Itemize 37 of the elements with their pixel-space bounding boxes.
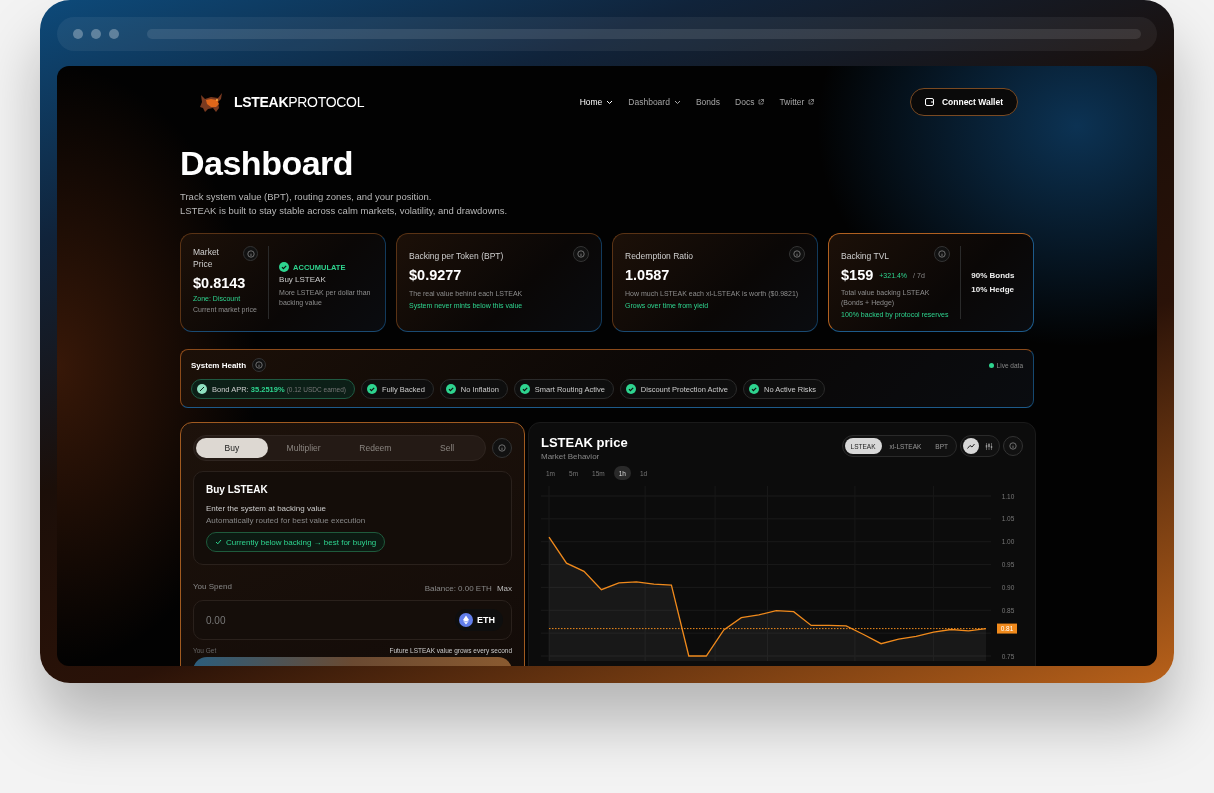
max-button[interactable]: Max <box>491 584 512 593</box>
chart-title: LSTEAK price <box>541 435 629 450</box>
page-subtitle: Track system value (BPT), routing zones, and your position. <box>180 190 433 204</box>
card-text: Enter the system at backing value <box>206 504 328 513</box>
amount-field[interactable]: 0.00 ETH <box>193 600 512 640</box>
trade-tab[interactable]: Sell <box>411 438 483 458</box>
trade-tab[interactable]: Multiplier <box>267 438 340 458</box>
panel-title: System Health <box>191 360 247 370</box>
balance-text: Balance: 0.00 ETH <box>424 584 492 593</box>
split-label: 10% Hedge <box>971 283 1015 296</box>
stat-label: Backing TVL <box>841 250 890 262</box>
stat-label: Market Price <box>193 246 220 270</box>
nav-link[interactable]: Docs <box>735 97 765 107</box>
stat-label: Backing per Token (BPT) <box>409 250 504 262</box>
trade-tab[interactable]: Buy <box>196 438 268 458</box>
stat-value: 1.0587 <box>625 267 671 283</box>
page-title: Dashboard <box>180 144 355 182</box>
card-text: Automatically routed for best value execution <box>206 516 367 525</box>
status-badge: Currently below backing → best for buying <box>206 532 386 552</box>
stat-value: $0.8143 <box>193 275 247 291</box>
page-subtitle: LSTEAK is built to stay stable across calm markets, volatility, and drawdowns. <box>180 204 509 218</box>
stat-label: Redemption Ratio <box>625 250 694 262</box>
card-title: Buy LSTEAK <box>206 484 269 495</box>
token-selector[interactable]: ETH <box>455 609 503 631</box>
nav-link[interactable]: Dashboard <box>628 97 681 107</box>
signal-title: Buy LSTEAK <box>279 275 327 284</box>
chart-subtitle: Market Behavior <box>541 452 601 461</box>
logo-text: LSTEAKPROTOCOL <box>234 94 365 110</box>
connect-wallet-button[interactable]: Connect Wallet <box>909 88 1018 116</box>
nav-link[interactable]: Twitter <box>779 97 815 107</box>
nav-link[interactable]: Home <box>579 97 614 107</box>
split-label: 90% Bonds <box>971 269 1016 282</box>
trade-tab[interactable]: Redeem <box>339 438 412 458</box>
stat-value: $0.9277 <box>409 267 463 283</box>
stat-value: $159 <box>841 267 874 283</box>
field-label: You Spend <box>193 581 232 591</box>
nav-link[interactable]: Bonds <box>695 97 720 107</box>
